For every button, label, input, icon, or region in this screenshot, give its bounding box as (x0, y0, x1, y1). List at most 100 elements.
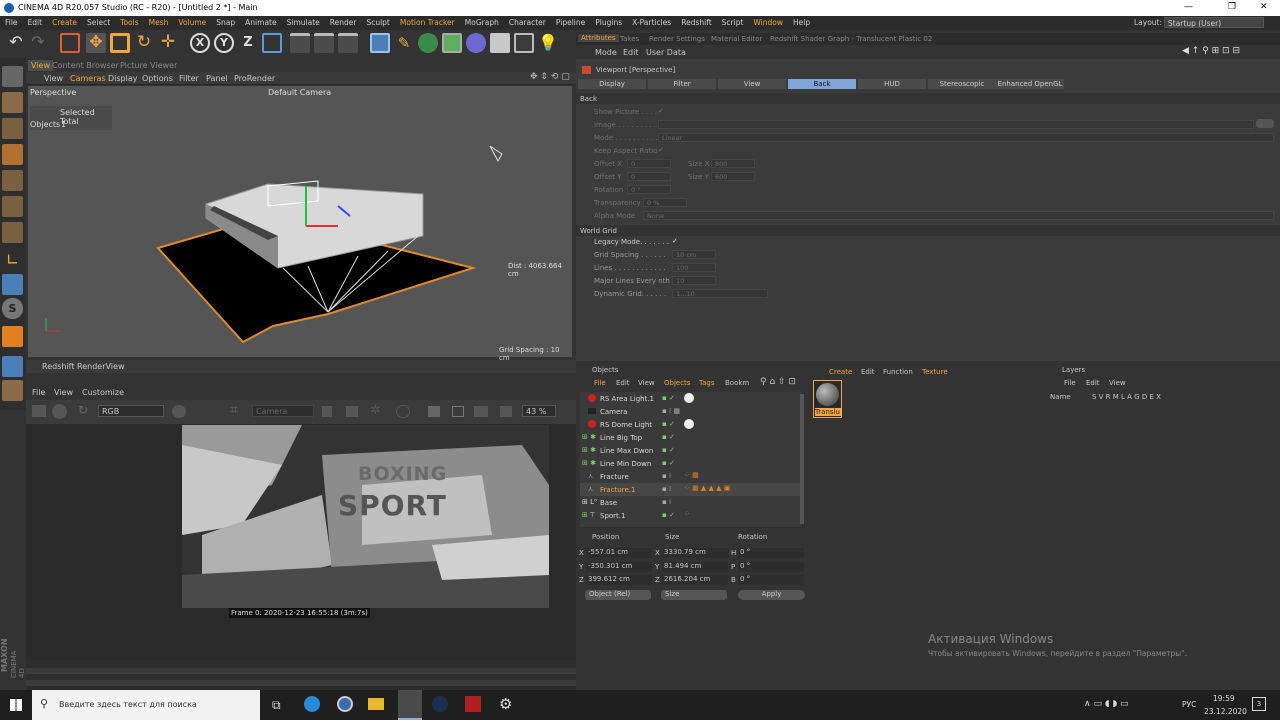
menu-window[interactable]: Window (748, 16, 788, 30)
notification-icon[interactable]: 3 (1252, 697, 1266, 711)
film-icon[interactable] (32, 405, 46, 417)
menu-simulate[interactable]: Simulate (282, 16, 325, 30)
lock-render-icon[interactable] (322, 406, 332, 417)
y-axis-icon[interactable]: Y (214, 33, 234, 53)
close-button[interactable]: ✕ (1260, 2, 1268, 12)
list-item[interactable]: ⊞ ✱ Line Max Dwon ▪ ✓ (580, 444, 802, 457)
settings-icon[interactable]: ⚙ (499, 695, 512, 713)
size-y-field[interactable]: 600 (711, 172, 755, 181)
list-item[interactable]: ⊞ T Sport.1 ▪ ✓ ⁘ (580, 509, 802, 522)
scale-tool-icon[interactable] (110, 33, 130, 53)
light-icon[interactable]: 💡 (538, 33, 558, 53)
snap-icon[interactable]: S (2, 298, 23, 319)
undo-icon[interactable]: ↶ (6, 33, 26, 53)
mat-menu-function[interactable]: Function (883, 368, 913, 376)
attr-nav-icons[interactable]: ◀ ↑ ⚲ ⊞ ⊡ ⊟ (1182, 46, 1240, 56)
layers-menu-view[interactable]: View (1109, 379, 1126, 387)
list-item[interactable]: ⋏ Fracture ▪ ⁞ ⁘ ▦ (580, 470, 802, 483)
folder-icon[interactable] (368, 698, 384, 710)
menu-file[interactable]: File (0, 16, 23, 30)
camera-icon[interactable] (514, 33, 534, 53)
viewport-menu-panel[interactable]: Panel (206, 74, 228, 83)
color-mode-select[interactable]: RGB (98, 405, 164, 417)
maximize-button[interactable]: ❐ (1228, 2, 1236, 12)
menu-mograph[interactable]: MoGraph (460, 16, 504, 30)
task-view-icon[interactable]: ⧉ (272, 698, 281, 713)
rotation-p-field[interactable]: 0 ° (738, 562, 804, 572)
material-item[interactable]: Translu (813, 380, 842, 418)
rotation-b-field[interactable]: 0 ° (738, 575, 804, 585)
language-indicator[interactable]: РУС (1182, 700, 1196, 709)
size-z-field[interactable]: 2616.204 cm (662, 575, 728, 585)
render-view-icon[interactable] (290, 33, 310, 53)
mode-select[interactable]: Linear (658, 133, 1274, 142)
make-editable-icon[interactable] (2, 66, 23, 87)
clock-date[interactable]: 23.12.2020 (1204, 707, 1247, 716)
obj-search-icon[interactable]: ⚲ ⌂ ⇧ ⊡ (760, 377, 796, 387)
tab-content-browser[interactable]: Content Browser (52, 61, 119, 70)
select-tool-icon[interactable] (60, 33, 80, 53)
pen-icon[interactable]: ✎ (394, 33, 414, 53)
subdivision-icon[interactable] (418, 33, 438, 53)
tweak-mode-icon[interactable] (2, 274, 23, 295)
camera-select[interactable]: Camera (252, 405, 314, 417)
dota-icon[interactable] (465, 696, 481, 712)
steam-icon[interactable] (432, 696, 448, 712)
tab-shader-graph[interactable]: Redshift Shader Graph - Translucent Plas… (770, 35, 932, 43)
zoom-field[interactable]: 43 % (522, 405, 556, 417)
workplane-grid-icon[interactable] (2, 380, 23, 401)
polygons-mode-icon[interactable] (2, 222, 23, 243)
tab-picture-viewer[interactable]: Picture Viewer (120, 61, 177, 70)
points-mode-icon[interactable] (2, 170, 23, 191)
offset-x-field[interactable]: 0 (627, 159, 671, 168)
menu-redshift[interactable]: Redshift (676, 16, 716, 30)
dynamic-grid-select[interactable]: 1...10 (672, 289, 768, 298)
viewport-3d[interactable]: Perspective Default Camera Selected Tota… (28, 86, 572, 362)
c4d-active-icon[interactable] (398, 690, 422, 720)
coordinate-system-icon[interactable] (262, 33, 282, 53)
coord-size-select[interactable]: Size (661, 590, 727, 600)
render-picture-viewer-icon[interactable] (314, 33, 334, 53)
list-item[interactable]: ⊞ ✱ Line Min Down ▪ ✓ (580, 457, 802, 470)
add-image-icon[interactable] (452, 406, 464, 417)
offset-y-field[interactable]: 0 (627, 172, 671, 181)
rotation-field[interactable]: 0 ° (627, 185, 671, 194)
search-input[interactable]: Введите здесь текст для поиска (59, 700, 197, 709)
viewport-menu-filter[interactable]: Filter (179, 74, 199, 83)
list-item[interactable]: RS Area Light.1 ▪ ✓ (580, 392, 802, 405)
rotation-h-field[interactable]: 0 ° (738, 548, 804, 558)
edges-mode-icon[interactable] (2, 196, 23, 217)
position-x-field[interactable]: -557.01 cm (586, 548, 652, 558)
compare-icon[interactable] (500, 406, 512, 417)
subtab-view[interactable]: View (718, 79, 786, 89)
lock-icon[interactable] (2, 326, 23, 347)
menu-select[interactable]: Select (82, 16, 115, 30)
workplane-icon[interactable] (2, 144, 23, 165)
axis-mode-icon[interactable]: ∟ (2, 250, 23, 271)
list-item[interactable]: RS Dome Light ▪ ✓ (580, 418, 802, 431)
menu-pipeline[interactable]: Pipeline (551, 16, 590, 30)
obj-menu-tags[interactable]: Tags (699, 379, 715, 387)
c4d-taskbar-icon[interactable] (337, 696, 353, 712)
texture-mode-icon[interactable] (2, 118, 23, 139)
renderview-menu-view[interactable]: View (54, 388, 73, 397)
z-axis-icon[interactable]: Z (238, 33, 258, 53)
deformer-icon[interactable] (466, 33, 486, 53)
menu-animate[interactable]: Animate (240, 16, 281, 30)
obj-menu-bookmarks[interactable]: Bookm (725, 379, 749, 387)
tab-attributes[interactable]: Attributes (578, 34, 619, 42)
menu-script[interactable]: Script (717, 16, 749, 30)
menu-x-particles[interactable]: X-Particles (627, 16, 676, 30)
attr-menu-mode[interactable]: Mode (595, 48, 617, 57)
image-browse-button[interactable] (1256, 119, 1274, 128)
viewport-menu-options[interactable]: Options (142, 74, 173, 83)
mat-menu-edit[interactable]: Edit (861, 368, 875, 376)
menu-snap[interactable]: Snap (211, 16, 240, 30)
refresh-icon[interactable]: ↻ (78, 403, 88, 417)
play-icon[interactable] (52, 404, 67, 419)
obj-menu-file[interactable]: File (594, 379, 606, 387)
menu-render[interactable]: Render (325, 16, 362, 30)
layers-menu-edit[interactable]: Edit (1086, 379, 1100, 387)
menu-character[interactable]: Character (504, 16, 551, 30)
obj-menu-edit[interactable]: Edit (616, 379, 630, 387)
